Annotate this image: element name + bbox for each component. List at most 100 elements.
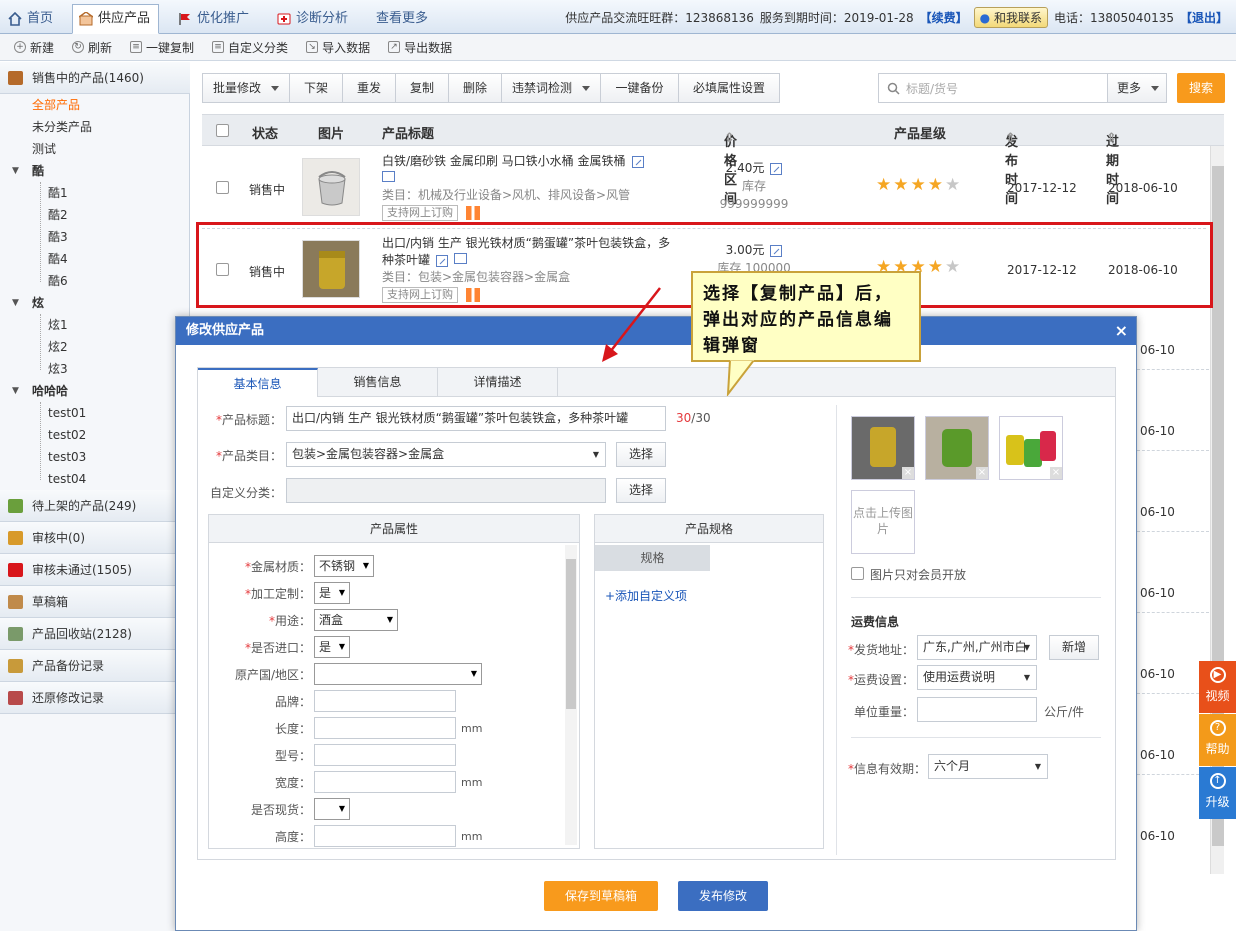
backup-button[interactable]: 一键备份 — [601, 74, 680, 102]
choose-custom-button[interactable]: 选择 — [616, 478, 666, 503]
sidebar-item-ku2[interactable]: 酷2 — [48, 204, 68, 226]
save-draft-button[interactable]: 保存到草稿箱 — [544, 881, 658, 911]
scrollbar-thumb[interactable] — [566, 559, 576, 709]
sidebar-section-selling[interactable]: 销售中的产品(1460) — [0, 62, 190, 94]
spec-tab[interactable]: 规格 — [595, 545, 710, 571]
image-icon[interactable] — [382, 171, 395, 182]
sidebar-item-uncategorized[interactable]: 未分类产品 — [32, 116, 92, 138]
validity-select[interactable]: 六个月 — [928, 754, 1048, 779]
remove-image-icon[interactable]: × — [902, 467, 914, 479]
edit-icon[interactable] — [770, 162, 783, 175]
ship-setting-select[interactable]: 使用运费说明 — [917, 665, 1037, 690]
tab-basic-info[interactable]: 基本信息 — [198, 368, 318, 397]
export-button[interactable]: ↗ 导出数据 — [388, 39, 452, 56]
custom-category-input[interactable] — [286, 478, 606, 503]
sidebar-section-recycle[interactable]: 产品回收站(2128) — [0, 618, 190, 650]
sidebar-section-rejected[interactable]: 审核未通过(1505) — [0, 554, 190, 586]
collapse-icon[interactable]: ▼ — [12, 298, 19, 308]
tab-promotion[interactable]: 优化推广 — [178, 4, 249, 34]
attr-input[interactable] — [314, 771, 456, 793]
upload-image-button[interactable]: 点击上传图片 — [851, 490, 915, 554]
required-attr-setting-button[interactable]: 必填属性设置 — [679, 74, 779, 102]
sidebar-item-xuan1[interactable]: 炫1 — [48, 314, 68, 336]
attr-input[interactable] — [314, 690, 456, 712]
search-button[interactable]: 搜索 — [1177, 73, 1225, 103]
tab-more[interactable]: 查看更多 — [376, 4, 428, 34]
close-icon[interactable]: × — [1115, 317, 1128, 345]
repost-button[interactable]: 重发 — [343, 74, 397, 102]
sidebar-section-backup[interactable]: 产品备份记录 — [0, 650, 190, 682]
import-button[interactable]: ↘ 导入数据 — [306, 39, 370, 56]
category-select[interactable]: 包装>金属包装容器>金属盒 — [286, 442, 606, 467]
sidebar-item-test01[interactable]: test01 — [48, 402, 86, 424]
sidebar-item-test04[interactable]: test04 — [48, 468, 86, 490]
remove-image-icon[interactable]: × — [1050, 467, 1062, 479]
attr-select[interactable]: 是 — [314, 636, 350, 658]
attr-input[interactable] — [314, 717, 456, 739]
renew-link[interactable]: 【续费】 — [920, 9, 968, 26]
product-title-input[interactable]: 出口/内销 生产 银光铁材质“鹅蛋罐”茶叶包装铁盒，多种茶叶罐 — [286, 406, 666, 431]
sidebar-item-test03[interactable]: test03 — [48, 446, 86, 468]
search-input[interactable]: 标题/货号 — [878, 73, 1108, 103]
product-image[interactable]: × — [999, 416, 1063, 480]
sidebar-group-ku[interactable]: 酷 — [32, 160, 44, 182]
batch-edit-button[interactable]: 批量修改 — [203, 74, 291, 102]
tab-sales-info[interactable]: 销售信息 — [318, 368, 438, 396]
sidebar-item-test02[interactable]: test02 — [48, 424, 86, 446]
ship-address-select[interactable]: 广东,广州,广州市白 — [917, 635, 1037, 660]
new-button[interactable]: + 新建 — [14, 39, 54, 56]
sidebar-group-hhh[interactable]: 哈哈哈 — [32, 380, 68, 402]
sidebar-group-xuan[interactable]: 炫 — [32, 292, 44, 314]
attr-select[interactable]: 是 — [314, 582, 350, 604]
tab-supply-products[interactable]: 供应产品 — [72, 4, 160, 34]
attr-input[interactable] — [314, 825, 456, 847]
members-only-checkbox[interactable] — [851, 567, 864, 580]
collapse-icon[interactable]: ▼ — [12, 386, 19, 396]
sidebar-section-restore[interactable]: 还原修改记录 — [0, 682, 190, 714]
banned-word-check-button[interactable]: 违禁词检测 — [502, 74, 602, 102]
product-image[interactable]: × — [851, 416, 915, 480]
tab-home[interactable]: 首页 — [8, 4, 53, 34]
delete-button[interactable]: 删除 — [449, 74, 503, 102]
sidebar-item-test[interactable]: 测试 — [32, 138, 56, 160]
one-click-copy-button[interactable]: ≡ 一键复制 — [130, 39, 194, 56]
sidebar-item-ku3[interactable]: 酷3 — [48, 226, 68, 248]
sidebar-item-ku6[interactable]: 酷6 — [48, 270, 68, 292]
logout-link[interactable]: 【退出】 — [1180, 9, 1228, 26]
publish-button[interactable]: 发布修改 — [678, 881, 768, 911]
qrcode-icon[interactable] — [466, 205, 480, 220]
custom-category-button[interactable]: ≡ 自定义分类 — [212, 39, 288, 56]
sidebar-item-xuan2[interactable]: 炫2 — [48, 336, 68, 358]
attr-input[interactable] — [314, 744, 456, 766]
sidebar-section-reviewing[interactable]: 审核中(0) — [0, 522, 190, 554]
attr-select[interactable]: 不锈钢 — [314, 555, 374, 577]
tab-detail-desc[interactable]: 详情描述 — [438, 368, 558, 396]
sidebar-section-pending[interactable]: 待上架的产品(249) — [0, 490, 190, 522]
video-button[interactable]: ▶ 视频 — [1199, 661, 1236, 713]
collapse-icon[interactable]: ▼ — [12, 166, 19, 176]
attr-select[interactable]: 酒盒 — [314, 609, 398, 631]
sidebar-item-xuan3[interactable]: 炫3 — [48, 358, 68, 380]
help-button[interactable]: ? 帮助 — [1199, 714, 1236, 766]
row-checkbox[interactable] — [216, 181, 229, 194]
remove-image-icon[interactable]: × — [976, 467, 988, 479]
unit-weight-input[interactable] — [917, 697, 1037, 722]
tab-diagnosis[interactable]: 诊断分析 — [277, 4, 348, 34]
new-address-button[interactable]: 新增 — [1049, 635, 1099, 660]
product-thumbnail[interactable] — [302, 158, 360, 216]
copy-button[interactable]: 复制 — [396, 74, 450, 102]
edit-icon[interactable] — [631, 155, 644, 168]
sidebar-item-ku4[interactable]: 酷4 — [48, 248, 68, 270]
attribute-scrollbar[interactable] — [565, 545, 577, 845]
sidebar-section-drafts[interactable]: 草稿箱 — [0, 586, 190, 618]
sidebar-item-all-products[interactable]: 全部产品 — [32, 94, 80, 116]
more-dropdown[interactable]: 更多 — [1107, 73, 1167, 103]
contact-button[interactable]: ● 和我联系 — [973, 6, 1048, 28]
select-all-checkbox[interactable] — [216, 124, 229, 137]
add-custom-item-link[interactable]: +添加自定义项 — [605, 587, 687, 604]
sidebar-item-ku1[interactable]: 酷1 — [48, 182, 68, 204]
attr-select[interactable] — [314, 663, 482, 685]
upgrade-button[interactable]: ↑ 升级 — [1199, 767, 1236, 819]
refresh-button[interactable]: ↻ 刷新 — [72, 39, 112, 56]
product-image[interactable]: × — [925, 416, 989, 480]
